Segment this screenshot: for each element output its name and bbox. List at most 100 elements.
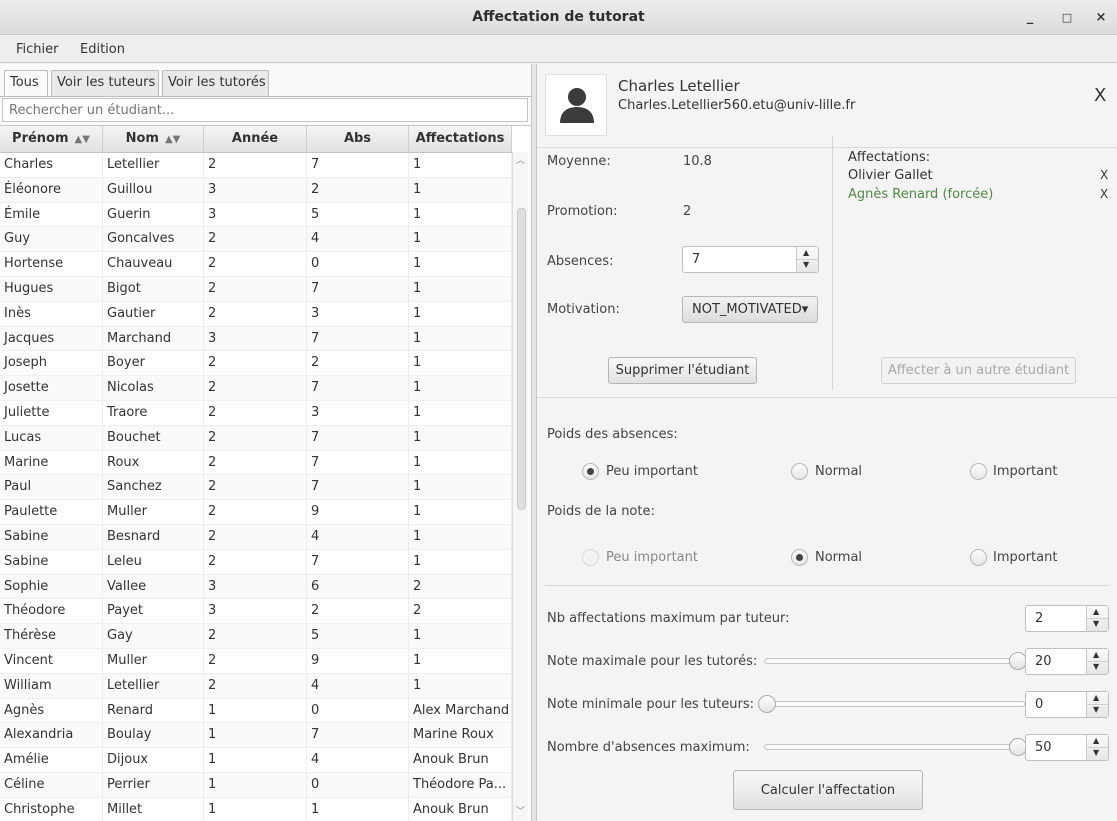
radio-note-normal[interactable] (791, 549, 808, 566)
assign-other-button[interactable]: Affecter à un autre étudiant (881, 357, 1076, 384)
table-cell: 1 (409, 549, 512, 574)
close-window-button[interactable]: × (1091, 8, 1111, 28)
table-row[interactable]: Lucas Bouchet 2 7 1 (0, 425, 512, 451)
table-row[interactable]: Charles Letellier 2 7 1 (0, 153, 512, 178)
decrement-icon[interactable]: ▼ (1093, 619, 1099, 628)
max-affect-label: Nb affectations maximum par tuteur: (547, 611, 790, 626)
motivation-label: Motivation: (547, 302, 620, 317)
absences-stepper[interactable]: 7 ▲ ▼ (682, 246, 819, 273)
stepper-buttons[interactable]: ▲ ▼ (1086, 606, 1108, 631)
column-header-nom[interactable]: Nom ▲▼ (103, 126, 204, 153)
table-row[interactable]: Jacques Marchand 3 7 1 (0, 326, 512, 352)
table-cell: Perrier (103, 773, 204, 797)
table-row[interactable]: Alexandria Boulay 1 7 Marine Roux (0, 723, 512, 749)
minimize-button[interactable]: _ (1020, 8, 1040, 28)
tab-tous[interactable]: Tous (4, 70, 48, 97)
delete-student-button[interactable]: Supprimer l'étudiant (608, 357, 757, 384)
scroll-up-icon[interactable]: ︿ (516, 153, 525, 166)
radio-note-important[interactable] (970, 549, 987, 566)
table-cell: 9 (307, 649, 409, 673)
table-cell: 7 (307, 277, 409, 301)
table-row[interactable]: Hortense Chauveau 2 0 1 (0, 252, 512, 277)
abs-max-stepper[interactable]: 50 ▲ ▼ (1025, 734, 1109, 761)
increment-icon[interactable]: ▲ (1093, 736, 1099, 745)
radio-note-peu-important[interactable] (582, 549, 599, 566)
abs-max-slider[interactable] (764, 744, 1025, 750)
table-row[interactable]: Christophe Millet 1 1 Anouk Brun (0, 797, 512, 821)
motivation-select[interactable]: NOT_MOTIVATED▾ (682, 296, 818, 323)
table-row[interactable]: Théodore Payet 3 2 2 (0, 599, 512, 625)
column-header-abs[interactable]: Abs (307, 126, 409, 153)
increment-icon[interactable]: ▲ (803, 248, 809, 257)
note-max-stepper[interactable]: 20 ▲ ▼ (1025, 648, 1109, 675)
decrement-icon[interactable]: ▼ (1093, 662, 1099, 671)
stepper-buttons[interactable]: ▲ ▼ (796, 247, 818, 272)
decrement-icon[interactable]: ▼ (1093, 748, 1099, 757)
remove-affectation-button[interactable]: X (1100, 168, 1108, 182)
table-row[interactable]: Sabine Besnard 2 4 1 (0, 525, 512, 550)
table-row[interactable]: Josette Nicolas 2 7 1 (0, 376, 512, 401)
note-max-slider[interactable] (764, 658, 1025, 664)
tab-tuteurs[interactable]: Voir les tuteurs (51, 70, 159, 97)
table-row[interactable]: Joseph Boyer 2 2 1 (0, 351, 512, 377)
radio-label: Peu important (606, 550, 698, 565)
table-cell: 2 (409, 599, 512, 624)
column-header-annee[interactable]: Année (204, 126, 307, 153)
table-row[interactable]: Paul Sanchez 2 7 1 (0, 475, 512, 501)
table-cell: 7 (307, 376, 409, 401)
table-row[interactable]: Hugues Bigot 2 7 1 (0, 277, 512, 302)
radio-absences-important[interactable] (970, 463, 987, 480)
increment-icon[interactable]: ▲ (1093, 607, 1099, 616)
maximize-button[interactable]: □ (1057, 8, 1077, 28)
increment-icon[interactable]: ▲ (1093, 693, 1099, 702)
stepper-buttons[interactable]: ▲ ▼ (1086, 692, 1108, 717)
table-cell: Josette (0, 376, 103, 401)
table-cell: 1 (409, 252, 512, 277)
table-cell: 4 (307, 748, 409, 773)
table-row[interactable]: Guy Goncalves 2 4 1 (0, 227, 512, 253)
radio-absences-peu-important[interactable] (582, 463, 599, 480)
note-min-stepper[interactable]: 0 ▲ ▼ (1025, 691, 1109, 718)
table-cell: Boulay (103, 723, 204, 748)
close-detail-button[interactable]: X (1094, 85, 1106, 106)
vertical-divider (832, 136, 833, 390)
table-row[interactable]: Juliette Traore 2 3 1 (0, 401, 512, 426)
table-row[interactable]: William Letellier 2 4 1 (0, 673, 512, 699)
table-row[interactable]: Agnès Renard 1 0 Alex Marchand (0, 698, 512, 724)
table-cell: 3 (307, 301, 409, 326)
table-row[interactable]: Thérèse Gay 2 5 1 (0, 624, 512, 649)
menu-edition[interactable]: Edition (80, 42, 125, 57)
table-row[interactable]: Paulette Muller 2 9 1 (0, 500, 512, 525)
table-cell: Payet (103, 599, 204, 624)
table-row[interactable]: Éléonore Guillou 3 2 1 (0, 177, 512, 203)
table-cell: 0 (307, 252, 409, 277)
decrement-icon[interactable]: ▼ (1093, 705, 1099, 714)
table-row[interactable]: Inès Gautier 2 3 1 (0, 301, 512, 327)
table-row[interactable]: Marine Roux 2 7 1 (0, 450, 512, 476)
scrollbar-thumb[interactable] (517, 208, 526, 510)
table-row[interactable]: Émile Guerin 3 5 1 (0, 202, 512, 228)
stepper-buttons[interactable]: ▲ ▼ (1086, 649, 1108, 674)
decrement-icon[interactable]: ▼ (803, 260, 809, 269)
radio-absences-normal[interactable] (791, 463, 808, 480)
note-min-slider[interactable] (758, 701, 1025, 707)
stepper-buttons[interactable]: ▲ ▼ (1086, 735, 1108, 760)
calculate-button[interactable]: Calculer l'affectation (733, 770, 923, 810)
search-input[interactable] (2, 98, 528, 122)
note-min-slider-knob[interactable] (758, 695, 776, 713)
menu-fichier[interactable]: Fichier (16, 42, 59, 57)
table-row[interactable]: Céline Perrier 1 0 Théodore Pa... (0, 773, 512, 798)
table-scrollbar[interactable]: ︿ ﹀ (512, 152, 528, 821)
table-row[interactable]: Amélie Dijoux 1 4 Anouk Brun (0, 748, 512, 773)
table-cell: Émile (0, 202, 103, 227)
max-affect-stepper[interactable]: 2 ▲ ▼ (1025, 605, 1109, 632)
table-row[interactable]: Sophie Vallee 3 6 2 (0, 574, 512, 600)
column-header-affectations[interactable]: Affectations (409, 126, 512, 153)
table-row[interactable]: Vincent Muller 2 9 1 (0, 649, 512, 674)
scroll-down-icon[interactable]: ﹀ (516, 804, 525, 817)
column-header-prenom[interactable]: Prénom ▲▼ (0, 126, 103, 153)
increment-icon[interactable]: ▲ (1093, 650, 1099, 659)
table-row[interactable]: Sabine Leleu 2 7 1 (0, 549, 512, 575)
tab-tutores[interactable]: Voir les tutorés (162, 70, 269, 97)
remove-affectation-button[interactable]: X (1100, 187, 1108, 201)
